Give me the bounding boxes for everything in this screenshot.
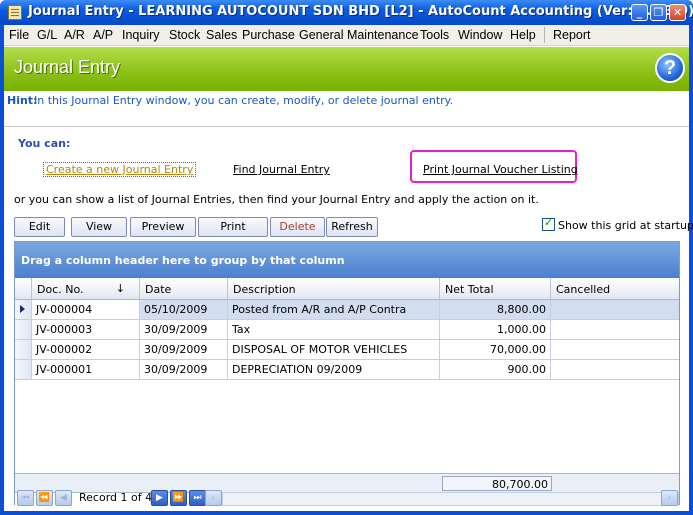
menu-gl[interactable]: G/L <box>37 28 57 42</box>
find-journal-entry-link[interactable]: Find Journal Entry <box>233 163 330 176</box>
list-instruction-text: or you can show a list of Journal Entrie… <box>14 193 539 206</box>
menu-separator <box>544 27 545 43</box>
previous-record-icon[interactable]: ◀ <box>55 490 72 506</box>
next-page-icon[interactable]: ⏩ <box>170 490 187 506</box>
column-header-net-total[interactable]: Net Total <box>440 278 551 299</box>
actions-section: You can: Create a new Journal Entry Find… <box>4 128 693 511</box>
menu-help[interactable]: Help <box>510 28 536 42</box>
group-by-hint: Drag a column header here to group by th… <box>21 254 345 267</box>
menu-bar: File G/L A/R A/P Inquiry Stock Sales Pur… <box>4 25 689 46</box>
column-header-date[interactable]: Date <box>140 278 228 299</box>
net-total-sum: 80,700.00 <box>442 476 552 491</box>
row-indicator <box>15 300 32 319</box>
current-row-arrow-icon <box>20 305 25 313</box>
edit-button[interactable]: Edit <box>14 217 65 237</box>
cell-net-total[interactable]: 70,000.00 <box>440 340 551 359</box>
menu-sales[interactable]: Sales <box>206 28 237 42</box>
page-header: Journal Entry ? <box>4 47 689 91</box>
row-indicator <box>15 340 32 359</box>
restore-button[interactable]: ❐ <box>650 4 667 21</box>
menu-stock[interactable]: Stock <box>169 28 200 42</box>
app-window: Journal Entry - LEARNING AUTOCOUNT SDN B… <box>0 0 693 515</box>
document-icon <box>8 5 22 20</box>
table-row[interactable]: JV-000001 30/09/2009 DEPRECIATION 09/200… <box>15 360 679 380</box>
print-button[interactable]: Print <box>198 217 268 237</box>
sort-descending-icon: ↓ <box>115 282 125 295</box>
cell-cancelled[interactable] <box>551 340 679 359</box>
table-row[interactable]: JV-000003 30/09/2009 Tax 1,000.00 <box>15 320 679 340</box>
cell-date[interactable]: 30/09/2009 <box>140 320 228 339</box>
first-record-icon[interactable]: ⏮ <box>17 490 34 506</box>
window-title: Journal Entry - LEARNING AUTOCOUNT SDN B… <box>28 4 693 19</box>
scroll-right-icon[interactable]: › <box>661 490 678 506</box>
menu-ap[interactable]: A/P <box>93 28 113 42</box>
title-bar[interactable]: Journal Entry - LEARNING AUTOCOUNT SDN B… <box>0 0 693 25</box>
show-grid-checkbox[interactable]: Show this grid at startup <box>542 216 693 232</box>
cell-description[interactable]: Posted from A/R and A/P Contra <box>228 300 440 319</box>
next-record-icon[interactable]: ▶ <box>151 490 168 506</box>
cell-doc-no[interactable]: JV-000002 <box>32 340 140 359</box>
hint-label: Hint: <box>7 94 38 107</box>
cell-cancelled[interactable] <box>551 320 679 339</box>
cell-net-total[interactable]: 900.00 <box>440 360 551 379</box>
row-indicator <box>15 360 32 379</box>
menu-general-maintenance[interactable]: General Maintenance <box>299 28 419 42</box>
column-header-doc-no-label: Doc. No. <box>37 283 84 296</box>
hint-panel: Hint: In this Journal Entry window, you … <box>4 91 689 127</box>
cell-description[interactable]: DISPOSAL OF MOTOR VEHICLES <box>228 340 440 359</box>
client-area: File G/L A/R A/P Inquiry Stock Sales Pur… <box>4 25 693 511</box>
menu-tools[interactable]: Tools <box>420 28 449 42</box>
print-journal-voucher-listing-link[interactable]: Print Journal Voucher Listing <box>423 163 578 176</box>
cell-cancelled[interactable] <box>551 360 679 379</box>
menu-file[interactable]: File <box>9 28 29 42</box>
refresh-button[interactable]: Refresh <box>326 217 378 237</box>
hint-text: In this Journal Entry window, you can cr… <box>34 94 454 107</box>
delete-button[interactable]: Delete <box>270 217 325 237</box>
help-icon[interactable]: ? <box>655 53 685 83</box>
create-journal-entry-link[interactable]: Create a new Journal Entry <box>43 162 197 177</box>
cell-net-total[interactable]: 1,000.00 <box>440 320 551 339</box>
column-header-description[interactable]: Description <box>228 278 440 299</box>
menu-inquiry[interactable]: Inquiry <box>122 28 160 42</box>
cell-date[interactable]: 05/10/2009 <box>140 300 228 319</box>
cell-description[interactable]: DEPRECIATION 09/2009 <box>228 360 440 379</box>
you-can-label: You can: <box>18 137 71 150</box>
cell-date[interactable]: 30/09/2009 <box>140 340 228 359</box>
cell-description[interactable]: Tax <box>228 320 440 339</box>
cell-doc-no[interactable]: JV-000004 <box>32 300 140 319</box>
page-title: Journal Entry <box>14 57 121 77</box>
last-record-icon[interactable]: ⏭ <box>189 490 206 506</box>
column-header-doc-no[interactable]: Doc. No. ↓ <box>32 278 140 299</box>
menu-ar[interactable]: A/R <box>64 28 85 42</box>
column-header-cancelled[interactable]: Cancelled <box>551 278 679 299</box>
header-indicator <box>15 278 32 299</box>
cell-date[interactable]: 30/09/2009 <box>140 360 228 379</box>
grid-footer: 80,700.00 <box>15 473 679 493</box>
cell-cancelled[interactable] <box>551 300 679 319</box>
table-row[interactable]: JV-000004 05/10/2009 Posted from A/R and… <box>15 300 679 320</box>
row-indicator <box>15 320 32 339</box>
preview-button[interactable]: Preview <box>130 217 196 237</box>
cell-doc-no[interactable]: JV-000003 <box>32 320 140 339</box>
minimize-button[interactable]: _ <box>631 4 648 21</box>
menu-window[interactable]: Window <box>458 28 502 42</box>
previous-page-icon[interactable]: ⏪ <box>36 490 53 506</box>
group-by-panel[interactable]: Drag a column header here to group by th… <box>15 242 679 278</box>
close-button[interactable]: ✕ <box>669 4 686 21</box>
journal-entry-grid: Drag a column header here to group by th… <box>14 241 680 506</box>
menu-purchase[interactable]: Purchase <box>242 28 295 42</box>
cell-net-total[interactable]: 8,800.00 <box>440 300 551 319</box>
cell-doc-no[interactable]: JV-000001 <box>32 360 140 379</box>
record-navigator: ⏮ ⏪ ◀ Record 1 of 4 ▶ ⏩ ⏭ ‹ › <box>15 490 679 506</box>
horizontal-scrollbar[interactable] <box>222 492 679 506</box>
checkbox-checked-icon[interactable] <box>542 216 555 231</box>
grid-header: Doc. No. ↓ Date Description Net Total Ca… <box>15 278 679 300</box>
show-grid-label: Show this grid at startup <box>558 219 693 232</box>
scroll-left-icon[interactable]: ‹ <box>205 490 222 506</box>
menu-report[interactable]: Report <box>553 28 591 42</box>
table-row[interactable]: JV-000002 30/09/2009 DISPOSAL OF MOTOR V… <box>15 340 679 360</box>
record-position: Record 1 of 4 <box>79 491 153 504</box>
view-button[interactable]: View <box>71 217 127 237</box>
